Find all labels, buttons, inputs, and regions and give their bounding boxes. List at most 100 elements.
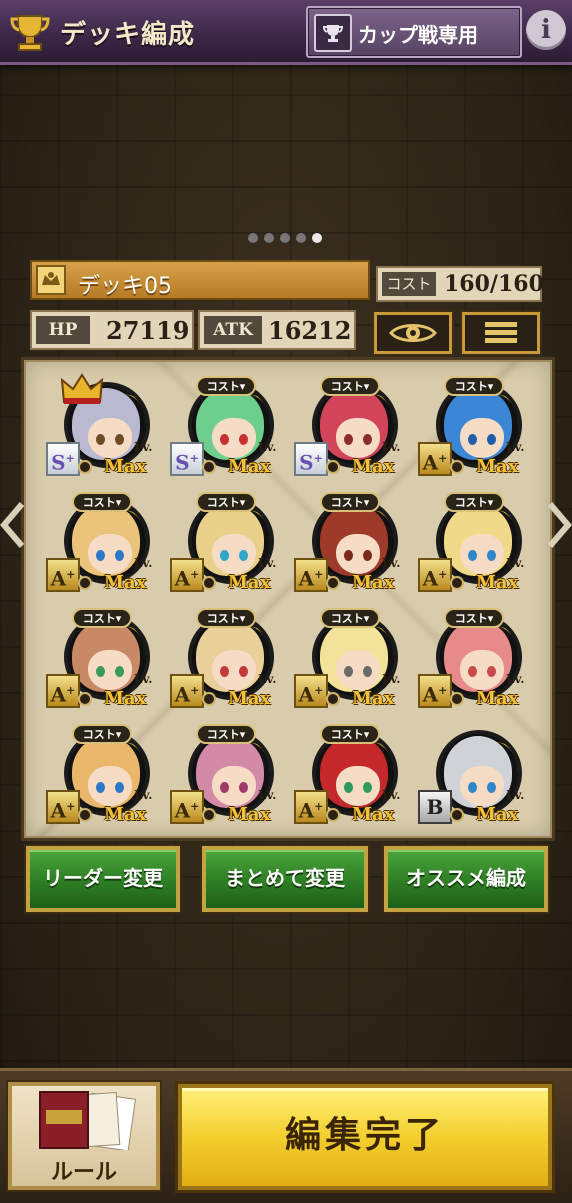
done-editing-button[interactable]: 編集完了 xyxy=(178,1084,552,1190)
cup-battle-label: カップ戦専用 xyxy=(358,23,478,47)
level-max-label: Max xyxy=(104,456,147,477)
level-max-label: Max xyxy=(352,572,395,593)
portrait-eye xyxy=(96,550,105,561)
header-bar: デッキ編成 カップ戦専用 i xyxy=(0,0,572,65)
deck-card-slot[interactable]: コスト▾ A+ Lv. Max xyxy=(166,600,290,716)
plus-seal-icon xyxy=(202,692,216,706)
portrait-eye xyxy=(220,782,229,793)
deck-card-slot[interactable]: コスト▾ A+ Lv. Max xyxy=(166,484,290,600)
deck-card-slot[interactable]: B Lv. Max xyxy=(414,716,538,832)
plus-seal-icon xyxy=(78,576,92,590)
plus-seal-icon xyxy=(78,808,92,822)
rule-button[interactable]: ルール xyxy=(8,1082,160,1190)
cost-tag[interactable]: コスト▾ xyxy=(444,492,504,512)
level-label: Lv. xyxy=(506,788,525,802)
cost-tag[interactable]: コスト▾ xyxy=(320,376,380,396)
menu-button[interactable] xyxy=(462,312,540,354)
page-dot[interactable] xyxy=(248,233,258,243)
cost-tag[interactable]: コスト▾ xyxy=(444,608,504,628)
deck-card-slot[interactable]: コスト▾ A+ Lv. Max xyxy=(290,716,414,832)
deck-card-slot[interactable]: コスト▾ A+ Lv. Max xyxy=(414,484,538,600)
plus-seal-icon xyxy=(78,460,92,474)
recommended-build-button[interactable]: オススメ編成 xyxy=(384,846,548,912)
plus-seal-icon xyxy=(450,576,464,590)
cost-tag[interactable]: コスト▾ xyxy=(320,724,380,744)
cost-tag[interactable]: コスト▾ xyxy=(72,724,132,744)
level-max-label: Max xyxy=(352,456,395,477)
level-label: Lv. xyxy=(506,556,525,570)
level-max-label: Max xyxy=(104,688,147,709)
rarity-badge: A+ xyxy=(46,674,80,708)
leader-change-button[interactable]: リーダー変更 xyxy=(26,846,180,912)
rarity-badge: A+ xyxy=(294,558,328,592)
portrait-eye xyxy=(220,550,229,561)
plus-seal-icon xyxy=(450,460,464,474)
cost-tag[interactable]: コスト▾ xyxy=(196,608,256,628)
cup-battle-badge: カップ戦専用 xyxy=(306,6,522,58)
plus-seal-icon xyxy=(78,692,92,706)
level-label: Lv. xyxy=(382,556,401,570)
cost-tag[interactable]: コスト▾ xyxy=(72,608,132,628)
rarity-badge: A+ xyxy=(418,558,452,592)
rarity-badge: A+ xyxy=(170,558,204,592)
rule-book-icon xyxy=(39,1091,136,1150)
deck-card-slot[interactable]: コスト▾ A+ Lv. Max xyxy=(414,368,538,484)
level-label: Lv. xyxy=(382,788,401,802)
deck-card-slot[interactable]: コスト▾ A+ Lv. Max xyxy=(42,716,166,832)
hp-label: HP xyxy=(36,316,90,344)
level-label: Lv. xyxy=(258,672,277,686)
cost-tag[interactable]: コスト▾ xyxy=(444,376,504,396)
level-label: Lv. xyxy=(382,672,401,686)
deck-card-slot[interactable]: コスト▾ A+ Lv. Max xyxy=(290,484,414,600)
deck-card-slot[interactable]: S+ Lv. Max xyxy=(42,368,166,484)
deck-card-slot[interactable]: コスト▾ A+ Lv. Max xyxy=(166,716,290,832)
info-button[interactable]: i xyxy=(526,10,566,50)
cost-tag[interactable]: コスト▾ xyxy=(196,724,256,744)
deck-card-slot[interactable]: コスト▾ A+ Lv. Max xyxy=(42,484,166,600)
deck-card-slot[interactable]: コスト▾ S+ Lv. Max xyxy=(290,368,414,484)
portrait-eye xyxy=(96,782,105,793)
cost-tag[interactable]: コスト▾ xyxy=(196,376,256,396)
level-label: Lv. xyxy=(134,788,153,802)
level-label: Lv. xyxy=(258,440,277,454)
level-max-label: Max xyxy=(352,804,395,825)
hp-stat: HP 27119 xyxy=(30,310,194,350)
page-dot[interactable] xyxy=(280,233,290,243)
cost-tag[interactable]: コスト▾ xyxy=(320,492,380,512)
cost-tag[interactable]: コスト▾ xyxy=(72,492,132,512)
plus-seal-icon xyxy=(326,692,340,706)
level-label: Lv. xyxy=(258,556,277,570)
view-toggle-button[interactable] xyxy=(374,312,452,354)
cup-icon xyxy=(314,14,352,52)
level-max-label: Max xyxy=(352,688,395,709)
level-label: Lv. xyxy=(134,556,153,570)
atk-label: ATK xyxy=(204,316,262,344)
level-max-label: Max xyxy=(104,804,147,825)
rarity-badge: A+ xyxy=(170,790,204,824)
arrow-right-icon[interactable] xyxy=(546,500,572,550)
plus-seal-icon xyxy=(202,460,216,474)
cost-tag[interactable]: コスト▾ xyxy=(196,492,256,512)
level-max-label: Max xyxy=(228,572,271,593)
level-max-label: Max xyxy=(476,572,519,593)
rarity-badge: A+ xyxy=(418,674,452,708)
deck-card-slot[interactable]: コスト▾ A+ Lv. Max xyxy=(42,600,166,716)
deck-card-slot[interactable]: コスト▾ S+ Lv. Max xyxy=(166,368,290,484)
deck-card-slot[interactable]: コスト▾ A+ Lv. Max xyxy=(414,600,538,716)
page-dot-active[interactable] xyxy=(312,233,322,243)
portrait-eye xyxy=(220,434,229,445)
cost-tag[interactable]: コスト▾ xyxy=(320,608,380,628)
rarity-badge: S+ xyxy=(294,442,328,476)
arrow-left-icon[interactable] xyxy=(0,500,26,550)
bulk-change-button[interactable]: まとめて変更 xyxy=(202,846,368,912)
level-label: Lv. xyxy=(382,440,401,454)
rarity-badge: A+ xyxy=(46,790,80,824)
level-max-label: Max xyxy=(476,804,519,825)
deck-card-slot[interactable]: コスト▾ A+ Lv. Max xyxy=(290,600,414,716)
portrait-eye xyxy=(344,782,353,793)
cost-value: 160/160 xyxy=(444,271,544,297)
page-dot[interactable] xyxy=(296,233,306,243)
page-title: デッキ編成 xyxy=(60,20,196,50)
deck-name-bar[interactable]: デッキ05 xyxy=(30,260,370,300)
page-dot[interactable] xyxy=(264,233,274,243)
